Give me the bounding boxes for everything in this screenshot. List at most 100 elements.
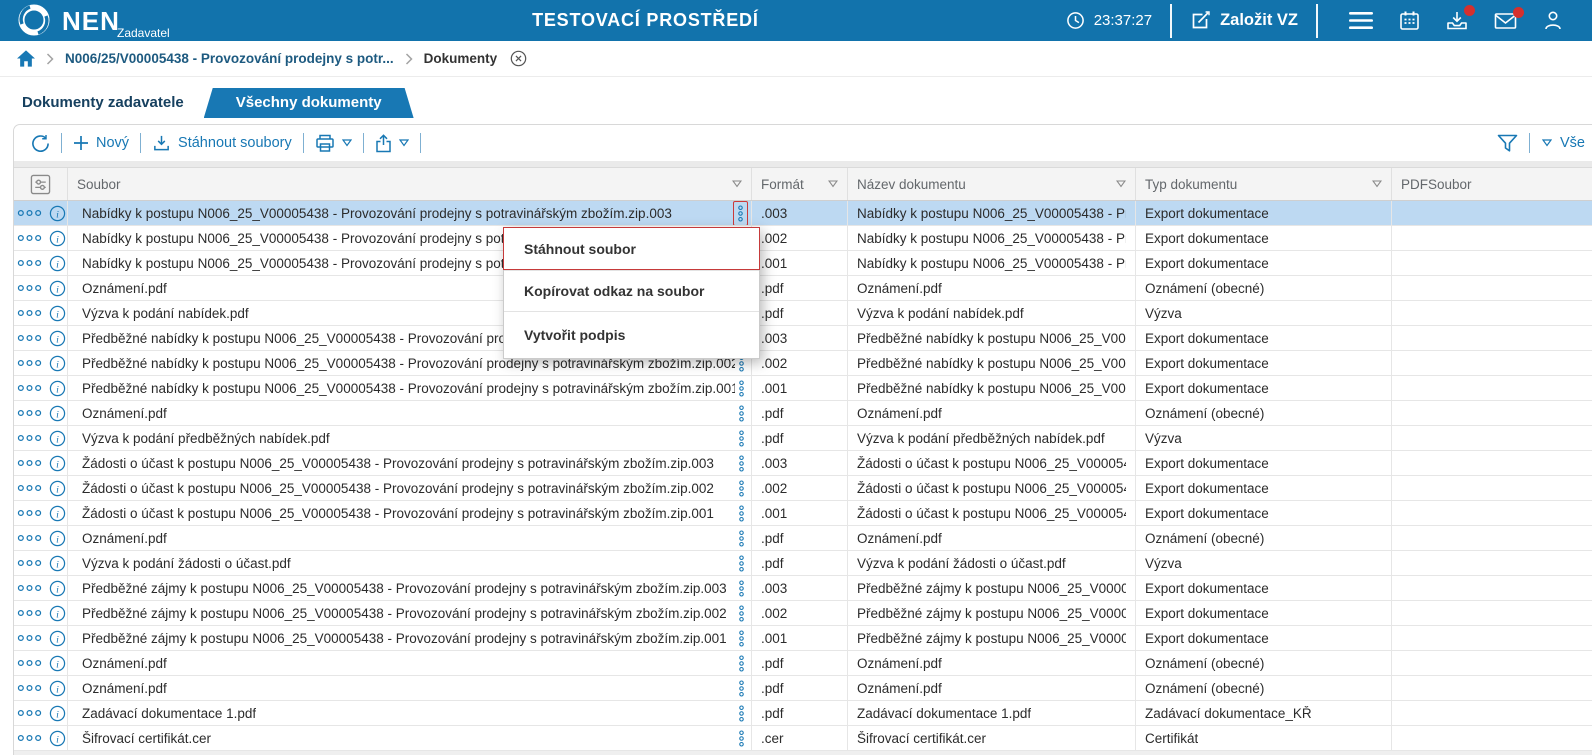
table-row[interactable]: i Nabídky k postupu N006_25_V00005438 - …	[14, 226, 1592, 251]
row-info-icon[interactable]: i	[49, 730, 66, 747]
download-files-button[interactable]: Stáhnout soubory	[141, 134, 303, 153]
table-row[interactable]: i Předběžné zájmy k postupu N006_25_V000…	[14, 626, 1592, 651]
table-row[interactable]: i Oznámení.pdf .pdf Oznámení.pdf Oznámen…	[14, 651, 1592, 676]
row-menu-trigger-icon[interactable]	[735, 552, 748, 575]
row-actions-icon[interactable]	[17, 709, 42, 717]
close-icon[interactable]	[510, 50, 527, 67]
row-menu-trigger-icon[interactable]	[735, 402, 748, 425]
table-row[interactable]: i Oznámení.pdf .pdf Oznámení.pdf Oznámen…	[14, 276, 1592, 301]
row-info-icon[interactable]: i	[49, 430, 66, 447]
row-menu-trigger-icon[interactable]	[735, 602, 748, 625]
new-button[interactable]: Nový	[62, 135, 140, 151]
user-icon[interactable]	[1543, 10, 1563, 31]
table-row[interactable]: i Zadávací dokumentace 1.pdf .pdf Zadáva…	[14, 701, 1592, 726]
row-actions-icon[interactable]	[17, 409, 42, 417]
row-actions-icon[interactable]	[17, 559, 42, 567]
row-menu-trigger-icon[interactable]	[733, 201, 748, 225]
table-row[interactable]: i Předběžné nabídky k postupu N006_25_V0…	[14, 351, 1592, 376]
column-header-format[interactable]: Formát	[752, 168, 848, 200]
mail-icon[interactable]	[1494, 12, 1517, 30]
filter-button[interactable]	[1486, 134, 1529, 153]
row-menu-trigger-icon[interactable]	[735, 627, 748, 650]
row-actions-icon[interactable]	[17, 284, 42, 292]
table-row[interactable]: i Žádosti o účast k postupu N006_25_V000…	[14, 476, 1592, 501]
table-row[interactable]: i Žádosti o účast k postupu N006_25_V000…	[14, 451, 1592, 476]
row-menu-trigger-icon[interactable]	[735, 427, 748, 450]
column-header-soubor[interactable]: Soubor	[68, 168, 752, 200]
create-vz-button[interactable]: Založit VZ	[1190, 10, 1298, 31]
row-info-icon[interactable]: i	[49, 205, 66, 222]
filter-icon[interactable]	[1372, 180, 1382, 188]
row-info-icon[interactable]: i	[49, 330, 66, 347]
tab-dokumenty-zadavatele[interactable]: Dokumenty zadavatele	[14, 88, 212, 118]
row-info-icon[interactable]: i	[49, 355, 66, 372]
table-row[interactable]: i Šifrovací certifikát.cer .cer Šifrovac…	[14, 726, 1592, 751]
row-menu-trigger-icon[interactable]	[735, 577, 748, 600]
table-row[interactable]: i Předběžné zájmy k postupu N006_25_V000…	[14, 601, 1592, 626]
filter-icon[interactable]	[828, 180, 838, 188]
row-info-icon[interactable]: i	[49, 255, 66, 272]
row-menu-trigger-icon[interactable]	[735, 477, 748, 500]
row-actions-icon[interactable]	[17, 259, 42, 267]
column-header-typ[interactable]: Typ dokumentu	[1136, 168, 1392, 200]
row-info-icon[interactable]: i	[49, 280, 66, 297]
row-info-icon[interactable]: i	[49, 230, 66, 247]
row-actions-icon[interactable]	[17, 609, 42, 617]
row-info-icon[interactable]: i	[49, 505, 66, 522]
tab-vsechny-dokumenty[interactable]: Všechny dokumenty	[204, 88, 414, 118]
row-actions-icon[interactable]	[17, 659, 42, 667]
row-actions-icon[interactable]	[17, 734, 42, 742]
row-info-icon[interactable]: i	[49, 630, 66, 647]
row-info-icon[interactable]: i	[49, 705, 66, 722]
row-info-icon[interactable]: i	[49, 455, 66, 472]
column-chooser-button[interactable]	[14, 168, 68, 200]
table-row[interactable]: i Nabídky k postupu N006_25_V00005438 - …	[14, 201, 1592, 226]
row-menu-trigger-icon[interactable]	[735, 677, 748, 700]
menu-item-vytvorit-podpis[interactable]: Vytvořit podpis	[504, 312, 759, 358]
row-menu-trigger-icon[interactable]	[735, 452, 748, 475]
downloads-icon[interactable]	[1446, 10, 1468, 31]
table-row[interactable]: i Výzva k podání žádosti o účast.pdf .pd…	[14, 551, 1592, 576]
table-row[interactable]: i Předběžné nabídky k postupu N006_25_V0…	[14, 376, 1592, 401]
row-menu-trigger-icon[interactable]	[735, 652, 748, 675]
filter-icon[interactable]	[732, 180, 742, 188]
row-menu-trigger-icon[interactable]	[735, 377, 748, 400]
column-header-pdfsoubor[interactable]: PDFSoubor	[1392, 168, 1592, 200]
row-menu-trigger-icon[interactable]	[735, 702, 748, 725]
row-actions-icon[interactable]	[17, 459, 42, 467]
table-row[interactable]: i Předběžné nabídky k postupu N006_25_V0…	[14, 326, 1592, 351]
row-actions-icon[interactable]	[17, 534, 42, 542]
table-row[interactable]: i Nabídky k postupu N006_25_V00005438 - …	[14, 251, 1592, 276]
row-actions-icon[interactable]	[17, 634, 42, 642]
refresh-button[interactable]	[20, 134, 61, 153]
column-header-nazev[interactable]: Název dokumentu	[848, 168, 1136, 200]
table-row[interactable]: i Výzva k podání nabídek.pdf .pdf Výzva …	[14, 301, 1592, 326]
row-info-icon[interactable]: i	[49, 580, 66, 597]
filter-icon[interactable]	[1116, 180, 1126, 188]
row-info-icon[interactable]: i	[49, 655, 66, 672]
row-actions-icon[interactable]	[17, 509, 42, 517]
breadcrumb-current[interactable]: Dokumenty	[424, 51, 498, 66]
row-menu-trigger-icon[interactable]	[735, 727, 748, 750]
export-button[interactable]	[364, 134, 420, 153]
calendar-icon[interactable]	[1399, 10, 1420, 31]
table-row[interactable]: i Oznámení.pdf .pdf Oznámení.pdf Oznámen…	[14, 526, 1592, 551]
print-button[interactable]	[304, 134, 363, 153]
row-actions-icon[interactable]	[17, 484, 42, 492]
row-actions-icon[interactable]	[17, 234, 42, 242]
row-menu-trigger-icon[interactable]	[735, 502, 748, 525]
row-actions-icon[interactable]	[17, 384, 42, 392]
breadcrumb-procedure[interactable]: N006/25/V00005438 - Provozování prodejny…	[65, 51, 394, 66]
table-row[interactable]: i Předběžné zájmy k postupu N006_25_V000…	[14, 576, 1592, 601]
row-actions-icon[interactable]	[17, 334, 42, 342]
table-row[interactable]: i Oznámení.pdf .pdf Oznámení.pdf Oznámen…	[14, 676, 1592, 701]
nen-logo[interactable]: NEN Zadavatel	[0, 0, 225, 41]
menu-item-stahnout-soubor[interactable]: Stáhnout soubor	[503, 227, 760, 270]
row-actions-icon[interactable]	[17, 209, 42, 217]
table-row[interactable]: i Oznámení.pdf .pdf Oznámení.pdf Oznámen…	[14, 401, 1592, 426]
row-actions-icon[interactable]	[17, 684, 42, 692]
row-info-icon[interactable]: i	[49, 555, 66, 572]
home-icon[interactable]	[17, 50, 35, 67]
row-actions-icon[interactable]	[17, 584, 42, 592]
menu-item-kopirovat-odkaz[interactable]: Kopírovat odkaz na soubor	[504, 271, 759, 311]
